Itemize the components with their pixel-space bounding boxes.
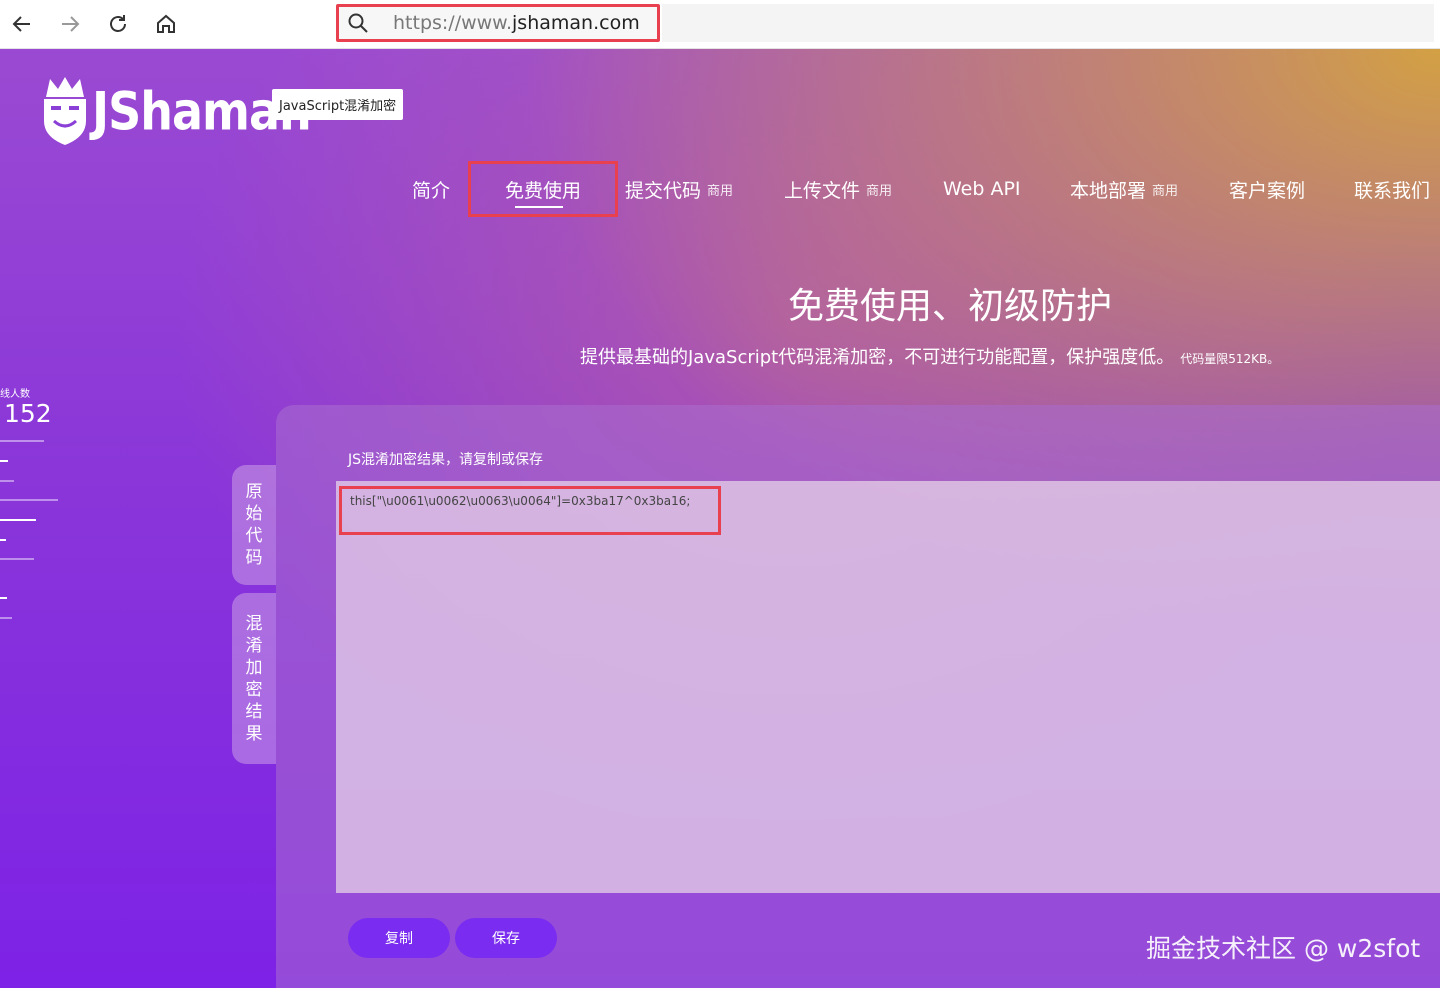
arrow-left-icon [12,16,30,32]
tab-original-code-label: 原始代码 [245,482,263,568]
copy-button[interactable]: 复制 [348,918,450,958]
stat-line [0,597,7,599]
reload-button[interactable] [102,8,134,40]
stat-line [0,480,14,482]
size-limit-note: 代码量限512KB。 [1180,352,1280,366]
online-count-label: 线人数 [0,389,30,400]
stat-line [0,440,44,442]
menu-item-web-api[interactable]: Web API [943,161,1021,217]
stat-line [0,617,12,619]
page-background: JShaman JavaScript混淆加密 简介 免费使用 提交代码 商用 上传… [0,49,1440,988]
result-label: JS混淆加密结果，请复制或保存 [348,452,544,468]
menu-item-upload-file[interactable]: 上传文件 商用 [784,161,892,217]
stat-line [0,460,8,462]
browser-toolbar: https://www.jshaman.com [0,0,1440,49]
reload-icon [110,15,126,32]
search-icon [348,13,368,33]
address-bar-extension [662,4,1434,42]
home-icon [157,14,175,33]
logo-badge: JavaScript混淆加密 [272,89,404,120]
menu-item-free-use[interactable]: 免费使用 [468,161,618,217]
result-textarea[interactable] [336,481,1440,893]
online-count-value: 152 [4,399,52,428]
hero-subtitle: 提供最基础的JavaScript代码混淆加密，不可进行功能配置，保护强度低。 代码… [580,347,1280,368]
tab-original-code[interactable]: 原始代码 [232,465,276,585]
back-button[interactable] [6,8,38,40]
stat-line [0,558,34,560]
stat-line [0,499,58,501]
main-menu: 简介 免费使用 提交代码 商用 上传文件 商用 Web API 本地部署 商用 客户案… [0,161,1440,221]
save-button[interactable]: 保存 [455,918,557,958]
stat-line [0,519,36,521]
menu-item-submit-code[interactable]: 提交代码 商用 [625,161,733,217]
result-code[interactable]: this["\u0061\u0062\u0063\u0064"]=0x3ba17… [339,486,721,535]
arrow-right-icon [62,16,80,32]
menu-item-cases[interactable]: 客户案例 [1229,161,1305,217]
hero-title: 免费使用、初级防护 [787,286,1112,327]
menu-item-contact[interactable]: 联系我们 [1354,161,1430,217]
menu-item-intro[interactable]: 简介 [412,161,450,217]
tab-obfuscation-result-label: 混淆加密结果 [245,613,263,744]
tab-obfuscation-result[interactable]: 混淆加密结果 [232,593,276,764]
forward-button[interactable] [54,8,86,40]
menu-item-local-deploy[interactable]: 本地部署 商用 [1070,161,1178,217]
stat-line [0,539,6,541]
shaman-mask-icon [44,77,86,145]
address-bar[interactable]: https://www.jshaman.com [336,4,660,42]
home-button[interactable] [150,8,182,40]
watermark: 掘金技术社区 @ w2sfot [1146,934,1421,963]
url-text: https://www.jshaman.com [393,12,640,34]
site-logo[interactable]: JShaman [40,75,312,147]
